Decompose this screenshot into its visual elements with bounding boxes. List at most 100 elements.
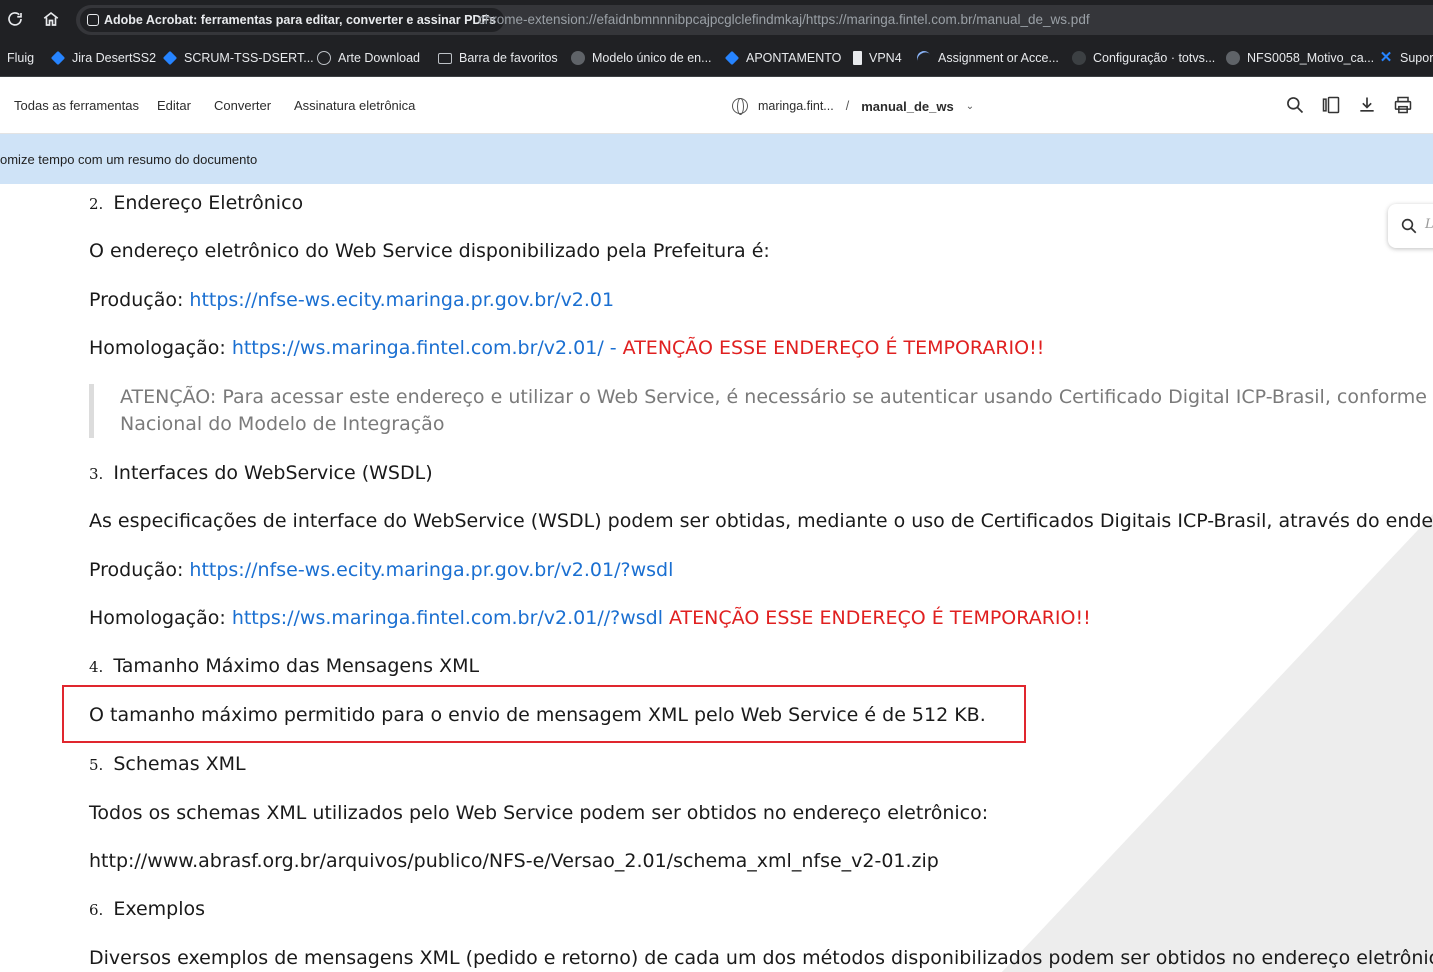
chevron-down-icon[interactable]: ⌄ — [966, 101, 974, 112]
section-number: 5. — [89, 756, 104, 774]
homologation-line: Homologação: https://ws.maringa.fintel.c… — [89, 337, 1044, 359]
bookmark-assignment[interactable]: Assignment or Acce... — [914, 48, 1059, 68]
bookmark-label: Barra de favoritos — [459, 51, 558, 65]
jira-icon — [50, 50, 66, 66]
globe-icon — [732, 98, 748, 115]
bookmark-fluig[interactable]: Fluig — [7, 49, 34, 67]
doc-icon — [853, 51, 862, 65]
production-wsdl-link[interactable]: https://nfse-ws.ecity.maringa.pr.gov.br/… — [189, 559, 673, 581]
url-text[interactable]: chrome-extension://efaidnbmnnnibpcajpcgl… — [478, 12, 1090, 27]
section-title: Exemplos — [113, 898, 206, 920]
bookmark-apontamento[interactable]: APONTAMENTO — [724, 49, 842, 67]
blockquote-line: Nacional do Modelo de Integração — [120, 413, 445, 435]
extension-chip[interactable]: Adobe Acrobat: ferramentas para editar, … — [80, 8, 505, 32]
menu-e-signature[interactable]: Assinatura eletrônica — [294, 98, 415, 113]
search-icon[interactable] — [1285, 95, 1305, 115]
x-icon: ✕ — [1379, 49, 1393, 66]
bookmark-suporte[interactable]: ✕ Supor — [1379, 49, 1433, 67]
page-thumbnails-icon[interactable] — [1321, 95, 1341, 115]
line-label: Produção: — [89, 559, 190, 581]
section-number: 3. — [89, 465, 104, 483]
site-icon — [914, 48, 934, 68]
bookmark-vpn4[interactable]: VPN4 — [850, 49, 902, 67]
production-line: Produção: https://nfse-ws.ecity.maringa.… — [89, 289, 614, 311]
homologation-line: Homologação: https://ws.maringa.fintel.c… — [89, 607, 1091, 629]
bookmark-jira-desertss2[interactable]: Jira DesertSS2 — [50, 49, 157, 67]
blockquote-bar — [89, 384, 94, 438]
production-line: Produção: https://nfse-ws.ecity.maringa.… — [89, 559, 673, 581]
bookmark-label: Supor — [1400, 51, 1433, 65]
bookmarks-bar: Fluig Jira DesertSS2 SCRUM-TSS-DSERT... … — [0, 40, 1433, 77]
line-label: Homologação: — [89, 607, 232, 629]
floating-search-hint: L — [1425, 217, 1433, 232]
breadcrumb-site[interactable]: maringa.fint... — [758, 99, 834, 113]
homologation-link[interactable]: https://ws.maringa.fintel.com.br/v2.01/ … — [232, 337, 617, 359]
reload-icon[interactable] — [6, 10, 26, 30]
print-icon[interactable] — [1393, 95, 1413, 115]
globe-icon — [317, 51, 331, 65]
section-heading: 4. Tamanho Máximo das Mensagens XML — [89, 655, 479, 677]
menu-convert[interactable]: Converter — [214, 98, 271, 113]
bookmark-label: Arte Download — [338, 51, 420, 65]
floating-search-button[interactable]: L — [1388, 204, 1433, 248]
line-label: Produção: — [89, 289, 190, 311]
bookmark-configuracao[interactable]: Configuração · totvs... — [1072, 49, 1215, 67]
jira-icon — [724, 50, 740, 66]
ai-summary-banner[interactable]: omize tempo com um resumo do documento — [0, 134, 1433, 184]
schemas-link[interactable]: http://www.abrasf.org.br/arquivos/public… — [89, 850, 939, 872]
extension-label: Adobe Acrobat: ferramentas para editar, … — [104, 13, 497, 27]
production-link[interactable]: https://nfse-ws.ecity.maringa.pr.gov.br/… — [189, 289, 614, 311]
page-edge-shading — [1001, 514, 1433, 972]
section-number: 4. — [89, 658, 104, 676]
section-title: Tamanho Máximo das Mensagens XML — [113, 655, 480, 677]
bookmark-scrum[interactable]: SCRUM-TSS-DSERT... — [162, 49, 314, 67]
section-title: Endereço Eletrônico — [113, 192, 304, 214]
breadcrumb-separator: / — [845, 99, 850, 113]
more-options-icon[interactable] — [1425, 95, 1433, 115]
paragraph: Todos os schemas XML utilizados pelo Web… — [89, 802, 989, 824]
bookmark-label: Configuração · totvs... — [1093, 51, 1216, 65]
section-number: 6. — [89, 901, 104, 919]
file-name: manual_de_ws — [861, 98, 954, 114]
bookmark-label: APONTAMENTO — [746, 51, 842, 65]
line-label: Homologação: — [89, 337, 232, 359]
bookmark-folder[interactable]: Barra de favoritos — [438, 49, 558, 67]
download-icon[interactable] — [1357, 95, 1377, 115]
address-bar[interactable]: Adobe Acrobat: ferramentas para editar, … — [76, 5, 1433, 35]
paragraph: As especificações de interface do WebSer… — [89, 510, 1433, 532]
bookmark-nfs0058[interactable]: NFS0058_Motivo_ca... — [1226, 49, 1374, 67]
section-heading: 5. Schemas XML — [89, 753, 246, 775]
site-icon — [571, 51, 585, 65]
section-heading: 2. Endereço Eletrônico — [89, 192, 303, 214]
section-number: 2. — [89, 195, 104, 213]
section-title: Schemas XML — [113, 753, 246, 775]
section-title: Interfaces do WebService (WSDL) — [113, 462, 433, 484]
paragraph: Diversos exemplos de mensagens XML (pedi… — [89, 947, 1433, 969]
pdf-viewport[interactable]: 2. Endereço Eletrônico O endereço eletrôn… — [0, 184, 1433, 972]
warning-text: ATENÇÃO ESSE ENDEREÇO É TEMPORARIO!! — [663, 607, 1091, 629]
bookmark-label: Fluig — [7, 51, 35, 65]
homologation-wsdl-link[interactable]: https://ws.maringa.fintel.com.br/v2.01//… — [232, 607, 663, 629]
blockquote-line: ATENÇÃO: Para acessar este endereço e ut… — [120, 386, 1433, 408]
site-icon — [1226, 51, 1240, 65]
warning-text: ATENÇÃO ESSE ENDEREÇO É TEMPORARIO!! — [616, 337, 1045, 359]
home-icon[interactable] — [42, 10, 62, 30]
menu-edit[interactable]: Editar — [157, 98, 191, 113]
folder-icon — [438, 52, 452, 64]
bookmark-arte-download[interactable]: Arte Download — [317, 49, 420, 67]
jira-icon — [162, 50, 178, 66]
bookmark-label: NFS0058_Motivo_ca... — [1247, 51, 1375, 65]
bookmark-label: Modelo único de en... — [592, 51, 712, 65]
section-heading: 3. Interfaces do WebService (WSDL) — [89, 462, 433, 484]
bookmark-label: SCRUM-TSS-DSERT... — [184, 51, 314, 65]
extension-icon — [87, 14, 99, 26]
bookmark-modelo[interactable]: Modelo único de en... — [571, 49, 712, 67]
search-icon — [1401, 218, 1417, 234]
bookmark-label: Jira DesertSS2 — [72, 51, 157, 65]
paragraph: O endereço eletrônico do Web Service dis… — [89, 240, 770, 262]
bookmark-label: Assignment or Acce... — [938, 51, 1059, 65]
breadcrumb: maringa.fint... / manual_de_ws ⌄ — [732, 96, 974, 116]
github-icon — [1072, 51, 1086, 65]
menu-all-tools[interactable]: Todas as ferramentas — [14, 98, 139, 113]
section-heading: 6. Exemplos — [89, 898, 205, 920]
